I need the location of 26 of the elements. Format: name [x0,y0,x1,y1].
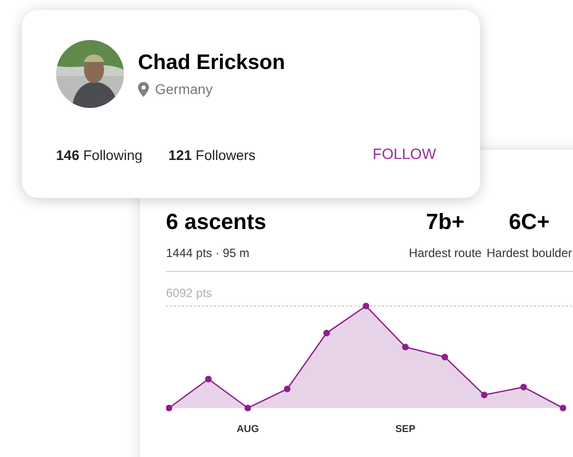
data-point [362,302,370,310]
max-label: 6092 pts [166,286,212,300]
profile-name: Chad Erickson [138,50,286,76]
follow-button[interactable]: FOLLOW [372,144,436,166]
data-point [166,404,172,412]
data-point [402,344,409,350]
data-point [442,354,448,360]
data-point [480,392,488,398]
grade-value: 7b+ [426,208,465,236]
grade-value: 6C+ [508,208,550,236]
data-point [205,376,212,382]
data-point [560,404,566,412]
ascents-count: 6 ascents [166,208,266,236]
grade-label: Hardest route [408,245,482,262]
grade-label: Hardest boulder [486,245,572,262]
month-label: SEP [395,424,416,435]
points-summary: 1444 pts · 95 m [166,245,250,262]
month-label: AUG [236,424,259,435]
data-point [520,384,527,390]
data-point [244,404,252,412]
followers-count: 121 Followers [168,146,256,165]
following-count: 146 Following [56,146,142,165]
data-point [284,386,290,392]
data-point [323,330,330,336]
location-pin-icon [138,82,149,96]
location-text: Germany [155,80,213,99]
